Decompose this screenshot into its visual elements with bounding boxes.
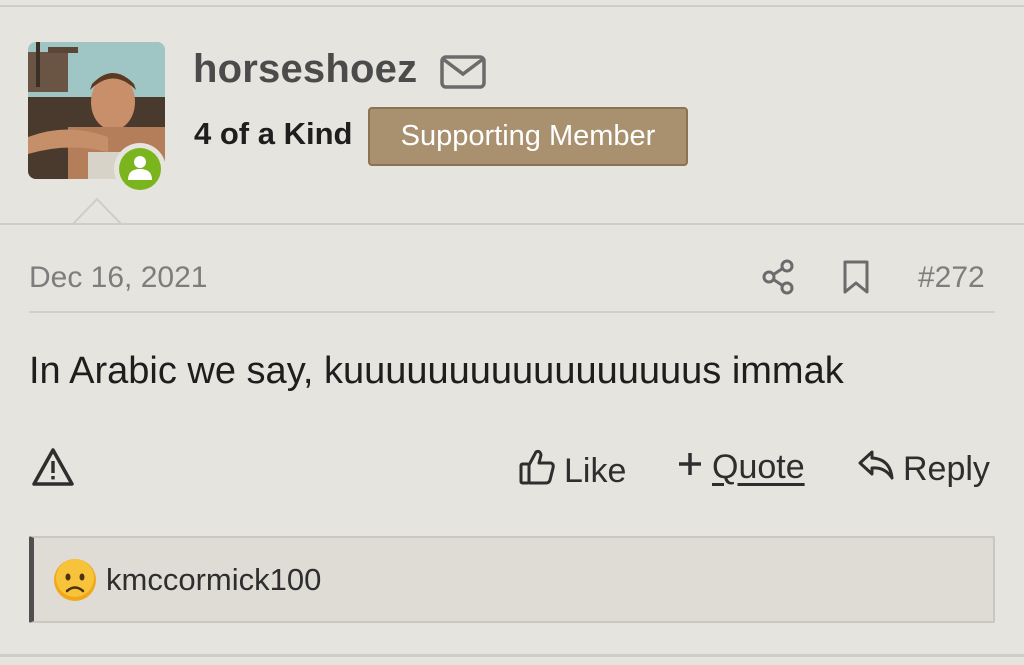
bookmark-icon[interactable] bbox=[842, 259, 870, 300]
reply-button[interactable]: Reply bbox=[857, 448, 990, 491]
warning-triangle-icon[interactable] bbox=[31, 447, 75, 492]
reply-arrow-icon bbox=[857, 448, 895, 491]
user-online-icon bbox=[127, 154, 153, 185]
mail-icon[interactable] bbox=[440, 55, 486, 94]
online-status-badge bbox=[114, 143, 166, 195]
plus-icon bbox=[676, 448, 704, 487]
quote-button[interactable]: Quote bbox=[676, 448, 805, 487]
post-body-text: In Arabic we say, kuuuuuuuuuuuuuuuuus im… bbox=[29, 350, 844, 392]
like-button[interactable]: Like bbox=[518, 448, 626, 495]
supporting-member-badge: Supporting Member bbox=[368, 107, 688, 166]
user-title: 4 of a Kind bbox=[194, 116, 353, 151]
post-user-header: horseshoez 4 of a Kind Supporting Member bbox=[0, 7, 1024, 224]
header-arrow-notch bbox=[72, 198, 122, 225]
bottom-divider bbox=[0, 654, 1024, 657]
reaction-username[interactable]: kmccormick100 bbox=[106, 562, 321, 598]
post-number[interactable]: #272 bbox=[918, 261, 985, 295]
meta-divider bbox=[29, 311, 995, 313]
share-icon[interactable] bbox=[760, 259, 796, 300]
username[interactable]: horseshoez bbox=[193, 47, 417, 92]
thumbs-up-icon bbox=[518, 448, 556, 495]
post-date[interactable]: Dec 16, 2021 bbox=[29, 261, 207, 295]
like-label: Like bbox=[564, 452, 627, 490]
sad-face-emoji bbox=[53, 558, 97, 607]
quote-label: Quote bbox=[712, 448, 805, 486]
reply-label: Reply bbox=[903, 450, 990, 488]
header-divider bbox=[0, 223, 1024, 225]
reactions-bar[interactable]: kmccormick100 bbox=[29, 536, 995, 623]
